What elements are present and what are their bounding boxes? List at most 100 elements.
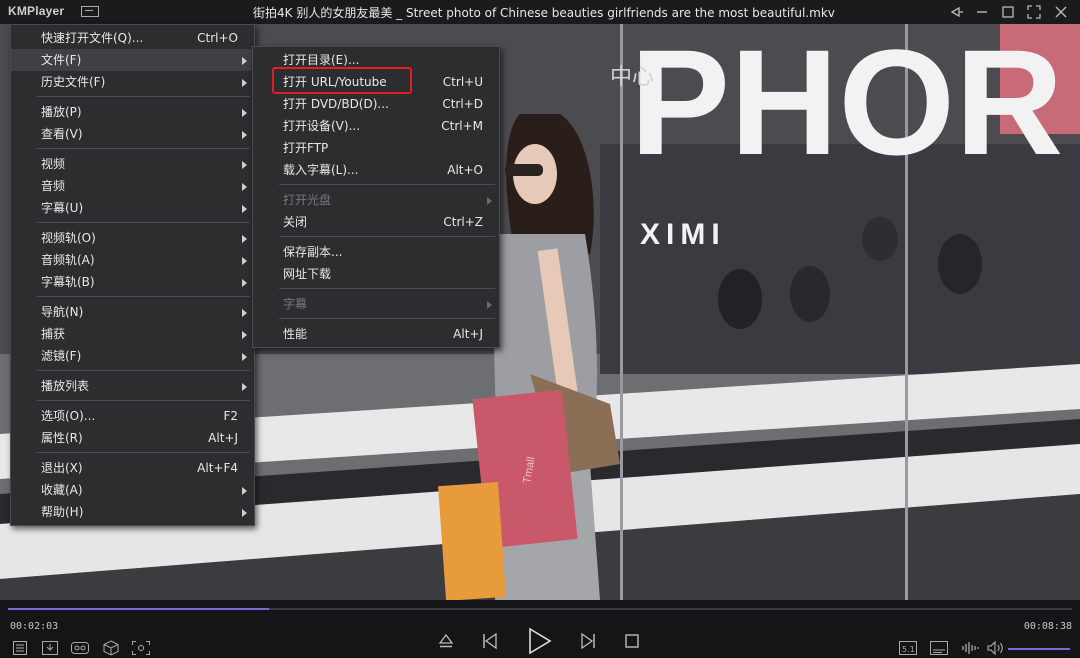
submenu-arrow-icon bbox=[242, 183, 247, 191]
menu-divider bbox=[279, 184, 495, 185]
menu-item-label: 打开光盘 bbox=[283, 193, 332, 207]
menu-item-options[interactable]: 选项(O)... F2 bbox=[11, 405, 254, 427]
menu-item-exit[interactable]: 退出(X) Alt+F4 bbox=[11, 457, 254, 479]
submenu-item-open-device[interactable]: 打开设备(V)... Ctrl+M bbox=[253, 115, 499, 137]
submenu-arrow-icon bbox=[242, 279, 247, 287]
submenu-arrow-icon bbox=[242, 109, 247, 117]
menu-item-shortcut: Ctrl+Z bbox=[443, 215, 483, 229]
menu-item-shortcut: Ctrl+U bbox=[442, 75, 483, 89]
menu-item-video[interactable]: 视频 bbox=[11, 153, 254, 175]
menu-item-label: 性能 bbox=[283, 327, 308, 341]
menu-item-label: 收藏(A) bbox=[41, 483, 83, 497]
menu-item-playlist[interactable]: 播放列表 bbox=[11, 375, 254, 397]
menu-item-shortcut: Alt+F4 bbox=[197, 461, 238, 475]
next-icon[interactable] bbox=[578, 631, 598, 651]
menu-item-audio[interactable]: 音频 bbox=[11, 175, 254, 197]
submenu-item-open-dvd[interactable]: 打开 DVD/BD(D)... Ctrl+D bbox=[253, 93, 499, 115]
seek-bar[interactable] bbox=[8, 608, 1072, 610]
submenu-arrow-icon bbox=[242, 161, 247, 169]
submenu-item-open-ftp[interactable]: 打开FTP bbox=[253, 137, 499, 159]
menu-item-label: 保存副本... bbox=[283, 245, 343, 259]
seek-progress bbox=[8, 608, 269, 610]
submenu-arrow-icon bbox=[242, 487, 247, 495]
menu-item-capture[interactable]: 捕获 bbox=[11, 323, 254, 345]
menu-item-favorites[interactable]: 收藏(A) bbox=[11, 479, 254, 501]
subtitle-icon[interactable] bbox=[929, 640, 949, 656]
menu-item-file[interactable]: 文件(F) bbox=[11, 49, 254, 71]
store-sign: PHOR bbox=[630, 24, 1063, 186]
app-logo[interactable]: KMPlayer bbox=[8, 4, 64, 18]
equalizer-icon[interactable] bbox=[960, 640, 980, 656]
playlist-icon[interactable] bbox=[12, 640, 28, 656]
3d-icon[interactable] bbox=[102, 639, 120, 657]
submenu-item-subtitle: 字幕 bbox=[253, 293, 499, 315]
play-icon[interactable] bbox=[525, 626, 553, 656]
submenu-item-load-subtitle[interactable]: 载入字幕(L)... Alt+O bbox=[253, 159, 499, 181]
submenu-arrow-icon bbox=[242, 205, 247, 213]
stop-icon[interactable] bbox=[624, 633, 640, 649]
menu-item-quick-open[interactable]: 快速打开文件(Q)... Ctrl+O bbox=[11, 27, 254, 49]
menu-divider bbox=[37, 370, 250, 371]
volume-slider[interactable] bbox=[1008, 648, 1070, 650]
fullscreen-icon[interactable] bbox=[1025, 3, 1043, 21]
main-context-menu: 快速打开文件(Q)... Ctrl+O 文件(F) 历史文件(F) 播放(P) … bbox=[10, 24, 255, 526]
menu-item-video-track[interactable]: 视频轨(O) bbox=[11, 227, 254, 249]
elapsed-time: 00:02:03 bbox=[10, 621, 59, 632]
menu-item-shortcut: Alt+O bbox=[447, 163, 483, 177]
svg-text:5.1: 5.1 bbox=[902, 645, 915, 654]
menu-item-label: 关闭 bbox=[283, 215, 308, 229]
menu-item-label: 帮助(H) bbox=[41, 505, 84, 519]
submenu-item-save-copy[interactable]: 保存副本... bbox=[253, 241, 499, 263]
pin-icon[interactable] bbox=[948, 3, 966, 21]
highlight-box bbox=[272, 67, 412, 94]
minimize-icon[interactable] bbox=[973, 3, 991, 21]
menu-item-label: 历史文件(F) bbox=[41, 75, 106, 89]
submenu-item-close[interactable]: 关闭 Ctrl+Z bbox=[253, 211, 499, 233]
capture-icon[interactable] bbox=[131, 640, 151, 656]
menu-item-label: 打开FTP bbox=[283, 141, 329, 155]
menu-divider bbox=[37, 452, 250, 453]
title-bar: KMPlayer 街拍4K 别人的女朋友最美 _ Street photo of… bbox=[0, 0, 1080, 24]
submenu-arrow-icon bbox=[242, 235, 247, 243]
menu-item-label: 音频轨(A) bbox=[41, 253, 95, 267]
close-icon[interactable] bbox=[1052, 3, 1070, 21]
menu-item-shortcut: F2 bbox=[223, 409, 238, 423]
menu-item-subtitle[interactable]: 字幕(U) bbox=[11, 197, 254, 219]
submenu-arrow-icon bbox=[242, 331, 247, 339]
submenu-item-performance[interactable]: 性能 Alt+J bbox=[253, 323, 499, 345]
menu-item-label: 字幕 bbox=[283, 297, 308, 311]
layout-toggle-button[interactable] bbox=[81, 6, 99, 17]
previous-icon[interactable] bbox=[480, 631, 500, 651]
menu-item-label: 字幕(U) bbox=[41, 201, 84, 215]
vr-icon[interactable] bbox=[70, 640, 90, 656]
menu-item-label: 退出(X) bbox=[41, 461, 83, 475]
maximize-icon[interactable] bbox=[999, 3, 1017, 21]
menu-item-properties[interactable]: 属性(R) Alt+J bbox=[11, 427, 254, 449]
submenu-item-url-download[interactable]: 网址下载 bbox=[253, 263, 499, 285]
submenu-arrow-icon bbox=[242, 131, 247, 139]
menu-divider bbox=[279, 318, 495, 319]
submenu-arrow-icon bbox=[242, 79, 247, 87]
download-icon[interactable] bbox=[41, 640, 59, 656]
menu-item-history[interactable]: 历史文件(F) bbox=[11, 71, 254, 93]
chinese-sign: 中心 bbox=[610, 65, 654, 90]
eject-icon[interactable] bbox=[437, 632, 455, 650]
volume-icon[interactable] bbox=[986, 640, 1006, 656]
menu-item-shortcut: Alt+J bbox=[208, 431, 238, 445]
menu-item-filter[interactable]: 滤镜(F) bbox=[11, 345, 254, 367]
menu-item-label: 滤镜(F) bbox=[41, 349, 82, 363]
menu-divider bbox=[37, 296, 250, 297]
submenu-arrow-icon bbox=[242, 57, 247, 65]
subtitle-sync-icon[interactable]: 5.1 bbox=[898, 640, 918, 656]
menu-divider bbox=[279, 288, 495, 289]
menu-item-label: 网址下载 bbox=[283, 267, 332, 281]
menu-item-audio-track[interactable]: 音频轨(A) bbox=[11, 249, 254, 271]
menu-item-navigation[interactable]: 导航(N) bbox=[11, 301, 254, 323]
submenu-arrow-icon bbox=[242, 509, 247, 517]
menu-item-label: 音频 bbox=[41, 179, 66, 193]
menu-item-subtitle-track[interactable]: 字幕轨(B) bbox=[11, 271, 254, 293]
menu-divider bbox=[37, 222, 250, 223]
menu-item-view[interactable]: 查看(V) bbox=[11, 123, 254, 145]
menu-item-help[interactable]: 帮助(H) bbox=[11, 501, 254, 523]
menu-item-play[interactable]: 播放(P) bbox=[11, 101, 254, 123]
